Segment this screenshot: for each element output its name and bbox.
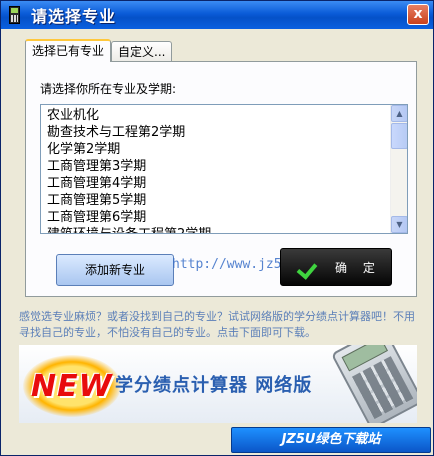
list-item[interactable]: 工商管理第5学期 [47, 192, 387, 209]
window-title: 请选择专业 [31, 7, 117, 26]
scroll-down-arrow-icon[interactable]: ▼ [391, 216, 407, 233]
tab-panel: 请选择你所在专业及学期: 农业机化 勘查技术与工程第2学期 化学第2学期 工商管… [25, 61, 417, 297]
list-item[interactable]: 建筑环境与设备工程第2学期 [47, 226, 387, 233]
major-list: 农业机化 勘查技术与工程第2学期 化学第2学期 工商管理第3学期 工商管理第4学… [47, 107, 387, 233]
vertical-scrollbar[interactable]: ▲ ▼ [390, 105, 407, 233]
list-item[interactable]: 工商管理第4学期 [47, 175, 387, 192]
list-item[interactable]: 农业机化 [47, 107, 387, 124]
network-version-banner[interactable]: NEW 学分绩点计算器 网络版 [19, 345, 417, 423]
title-bar[interactable]: 请选择专业 x [1, 1, 433, 29]
ok-button-label: 确 定 [335, 260, 381, 275]
tab-select-existing[interactable]: 选择已有专业 [25, 39, 112, 62]
scroll-up-arrow-icon[interactable]: ▲ [391, 105, 407, 122]
list-item[interactable]: 化学第2学期 [47, 141, 387, 158]
select-prompt: 请选择你所在专业及学期: [40, 82, 177, 96]
tab-custom[interactable]: 自定义... [111, 41, 173, 62]
dialog-window: 请选择专业 x 选择已有专业 自定义... 请选择你所在专业及学期: 农业机化 … [0, 0, 434, 456]
calculator-icon [330, 345, 417, 423]
list-item[interactable]: 勘查技术与工程第2学期 [47, 124, 387, 141]
close-icon: x [413, 6, 423, 22]
network-version-hint: 感觉选专业麻烦？或者没找到自己的专业？试试网络版的学分绩点计算器吧！不用寻找自己… [19, 310, 415, 339]
list-item[interactable]: 工商管理第3学期 [47, 158, 387, 175]
site-watermark: JZ5U绿色下载站 www.jz5u.com [231, 427, 431, 453]
new-badge-text: NEW [31, 369, 113, 404]
ok-button[interactable]: 确 定 [280, 248, 392, 286]
banner-title: 学分绩点计算器 网络版 [115, 375, 313, 396]
scroll-thumb[interactable] [391, 123, 407, 149]
major-listbox[interactable]: 农业机化 勘查技术与工程第2学期 化学第2学期 工商管理第3学期 工商管理第4学… [40, 104, 408, 234]
add-major-button[interactable]: 添加新专业 [56, 254, 174, 286]
calculator-app-icon [7, 6, 23, 24]
tab-strip: 选择已有专业 自定义... [25, 39, 173, 62]
checkmark-icon [299, 257, 319, 277]
new-badge: NEW [23, 355, 121, 417]
list-item[interactable]: 工商管理第6学期 [47, 209, 387, 226]
close-button[interactable]: x [407, 4, 429, 25]
